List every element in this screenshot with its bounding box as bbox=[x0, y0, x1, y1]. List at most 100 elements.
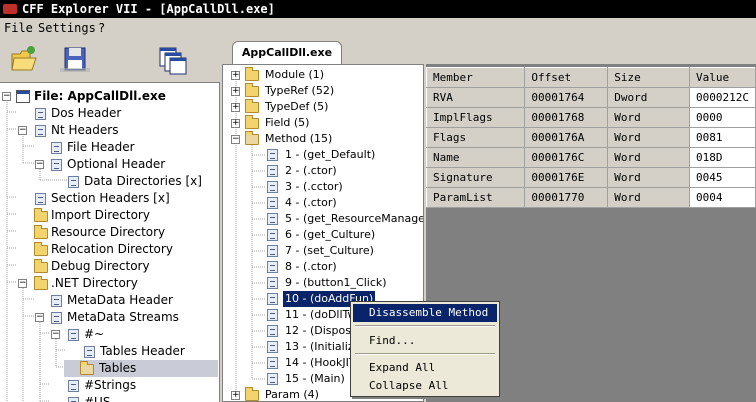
tree-item-tables[interactable]: Tables bbox=[64, 360, 218, 377]
folder-icon bbox=[34, 208, 48, 222]
expand-toggle[interactable]: + bbox=[231, 103, 240, 112]
method-row[interactable]: 4 - (.ctor) bbox=[265, 195, 421, 211]
member-grid: Member Offset Size Value RVA 00001764 Dw… bbox=[425, 67, 756, 208]
method-row[interactable]: 9 - (button1_Click) bbox=[265, 275, 421, 291]
collapse-toggle[interactable]: − bbox=[51, 330, 60, 339]
tree-item-field[interactable]: + Field (5) bbox=[231, 115, 421, 131]
tree-item-file[interactable]: − File: AppCallDll.exe bbox=[2, 88, 218, 105]
folder-open-icon bbox=[80, 361, 94, 375]
menu-item-disassemble-method[interactable]: Disassemble Method bbox=[353, 304, 497, 322]
doc-icon bbox=[51, 295, 62, 307]
tree-item-dos-header[interactable]: Dos Header bbox=[2, 105, 218, 122]
tree-item-metadata-header[interactable]: MetaData Header bbox=[2, 292, 218, 309]
tree-item-resource-directory[interactable]: Resource Directory bbox=[2, 224, 218, 241]
collapse-toggle[interactable]: − bbox=[231, 135, 240, 144]
tree-item-tilde-stream[interactable]: − #~ bbox=[2, 326, 218, 343]
doc-icon bbox=[68, 397, 79, 402]
tree-item-net-directory[interactable]: − .NET Directory bbox=[2, 275, 218, 292]
tree-item-nt-headers[interactable]: − Nt Headers bbox=[2, 122, 218, 139]
method-row[interactable]: 7 - (set_Culture) bbox=[265, 243, 421, 259]
method-row[interactable]: 1 - (get_Default) bbox=[265, 147, 421, 163]
doc-icon bbox=[267, 325, 278, 337]
expand-toggle[interactable]: + bbox=[231, 119, 240, 128]
save-disk-icon[interactable] bbox=[58, 42, 92, 76]
column-header-size[interactable]: Size bbox=[607, 67, 690, 88]
table-row[interactable]: RVA 00001764 Dword 0000212C bbox=[425, 87, 756, 108]
expand-toggle[interactable]: + bbox=[231, 391, 240, 400]
tree-item-module[interactable]: + Module (1) bbox=[231, 67, 421, 83]
cell-member: Name bbox=[425, 147, 526, 168]
cell-member: RVA bbox=[425, 87, 526, 108]
tree-item-us[interactable]: #US bbox=[2, 394, 218, 402]
tree-item-data-directories[interactable]: Data Directories [x] bbox=[2, 173, 218, 190]
menu-file[interactable]: File bbox=[4, 19, 33, 37]
doc-icon bbox=[267, 197, 278, 209]
menu-item-find[interactable]: Find... bbox=[353, 332, 497, 350]
doc-icon bbox=[35, 125, 46, 137]
tree-item-typedef[interactable]: + TypeDef (5) bbox=[231, 99, 421, 115]
method-row[interactable]: 6 - (get_Culture) bbox=[265, 227, 421, 243]
tree-item-relocation-directory[interactable]: Relocation Directory bbox=[2, 241, 218, 258]
method-row[interactable]: 2 - (.ctor) bbox=[265, 163, 421, 179]
cell-offset: 00001764 bbox=[524, 87, 609, 108]
tree-item-file-header[interactable]: File Header bbox=[2, 139, 218, 156]
tree-item-section-headers[interactable]: Section Headers [x] bbox=[2, 190, 218, 207]
menu-item-expand-all[interactable]: Expand All bbox=[353, 359, 497, 377]
collapse-toggle[interactable]: − bbox=[18, 279, 27, 288]
column-header-value[interactable]: Value bbox=[688, 67, 756, 88]
tree-item-strings[interactable]: #Strings bbox=[2, 377, 218, 394]
table-row[interactable]: Signature 0000176E Word 0045 bbox=[425, 167, 756, 188]
tree-item-method[interactable]: − Method (15) bbox=[231, 131, 421, 147]
tree-item-metadata-streams[interactable]: − MetaData Streams bbox=[2, 309, 218, 326]
open-folder-icon[interactable] bbox=[8, 42, 42, 76]
table-row[interactable]: ParamList 00001770 Word 0004 bbox=[425, 187, 756, 208]
column-header-offset[interactable]: Offset bbox=[524, 67, 609, 88]
doc-icon bbox=[84, 346, 95, 358]
expand-toggle[interactable]: + bbox=[231, 71, 240, 80]
collapse-toggle[interactable]: − bbox=[35, 160, 44, 169]
doc-icon bbox=[267, 357, 278, 369]
cell-size: Word bbox=[607, 107, 690, 128]
table-row[interactable]: Name 0000176C Word 018D bbox=[425, 147, 756, 168]
doc-icon bbox=[267, 149, 278, 161]
cell-value[interactable]: 0004 bbox=[688, 187, 756, 208]
title-bar: CFF Explorer VII - [AppCallDll.exe] bbox=[0, 0, 756, 18]
cell-value[interactable]: 0045 bbox=[688, 167, 756, 188]
collapse-toggle[interactable]: − bbox=[18, 126, 27, 135]
cell-value[interactable]: 0081 bbox=[688, 127, 756, 148]
cell-value[interactable]: 0000 bbox=[688, 107, 756, 128]
folder-icon bbox=[245, 83, 259, 97]
doc-icon bbox=[68, 380, 79, 392]
table-row[interactable]: Flags 0000176A Word 0081 bbox=[425, 127, 756, 148]
tree-item-typeref[interactable]: + TypeRef (52) bbox=[231, 83, 421, 99]
folder-icon bbox=[245, 67, 259, 81]
app-icon bbox=[3, 4, 17, 14]
collapse-toggle[interactable]: − bbox=[2, 92, 11, 101]
menu-help[interactable]: ? bbox=[98, 19, 105, 37]
cell-value[interactable]: 0000212C bbox=[688, 87, 756, 108]
table-row[interactable]: ImplFlags 00001768 Word 0000 bbox=[425, 107, 756, 128]
menu-settings[interactable]: Settings bbox=[38, 19, 96, 37]
doc-icon bbox=[51, 142, 62, 154]
method-row[interactable]: 5 - (get_ResourceManager) bbox=[265, 211, 423, 227]
menu-item-collapse-all[interactable]: Collapse All bbox=[353, 377, 497, 395]
method-row[interactable]: 8 - (.ctor) bbox=[265, 259, 421, 275]
tree-item-import-directory[interactable]: Import Directory bbox=[2, 207, 218, 224]
tree-item-tables-header[interactable]: Tables Header bbox=[2, 343, 218, 360]
tree-item-optional-header[interactable]: − Optional Header bbox=[2, 156, 218, 173]
tab-strip: AppCallDll.exe bbox=[220, 38, 756, 65]
expand-toggle[interactable]: + bbox=[231, 87, 240, 96]
doc-icon bbox=[68, 329, 79, 341]
menu-bar: File Settings ? bbox=[0, 19, 756, 37]
tab-appcalldll[interactable]: AppCallDll.exe bbox=[232, 41, 342, 65]
cell-value[interactable]: 018D bbox=[688, 147, 756, 168]
windows-icon[interactable] bbox=[156, 42, 190, 76]
tree-item-debug-directory[interactable]: Debug Directory bbox=[2, 258, 218, 275]
folder-icon bbox=[34, 242, 48, 256]
collapse-toggle[interactable]: − bbox=[35, 313, 44, 322]
doc-icon bbox=[267, 293, 278, 305]
method-row[interactable]: 3 - (.cctor) bbox=[265, 179, 421, 195]
doc-icon bbox=[51, 312, 62, 324]
column-header-member[interactable]: Member bbox=[425, 67, 526, 88]
folder-icon bbox=[245, 99, 259, 113]
